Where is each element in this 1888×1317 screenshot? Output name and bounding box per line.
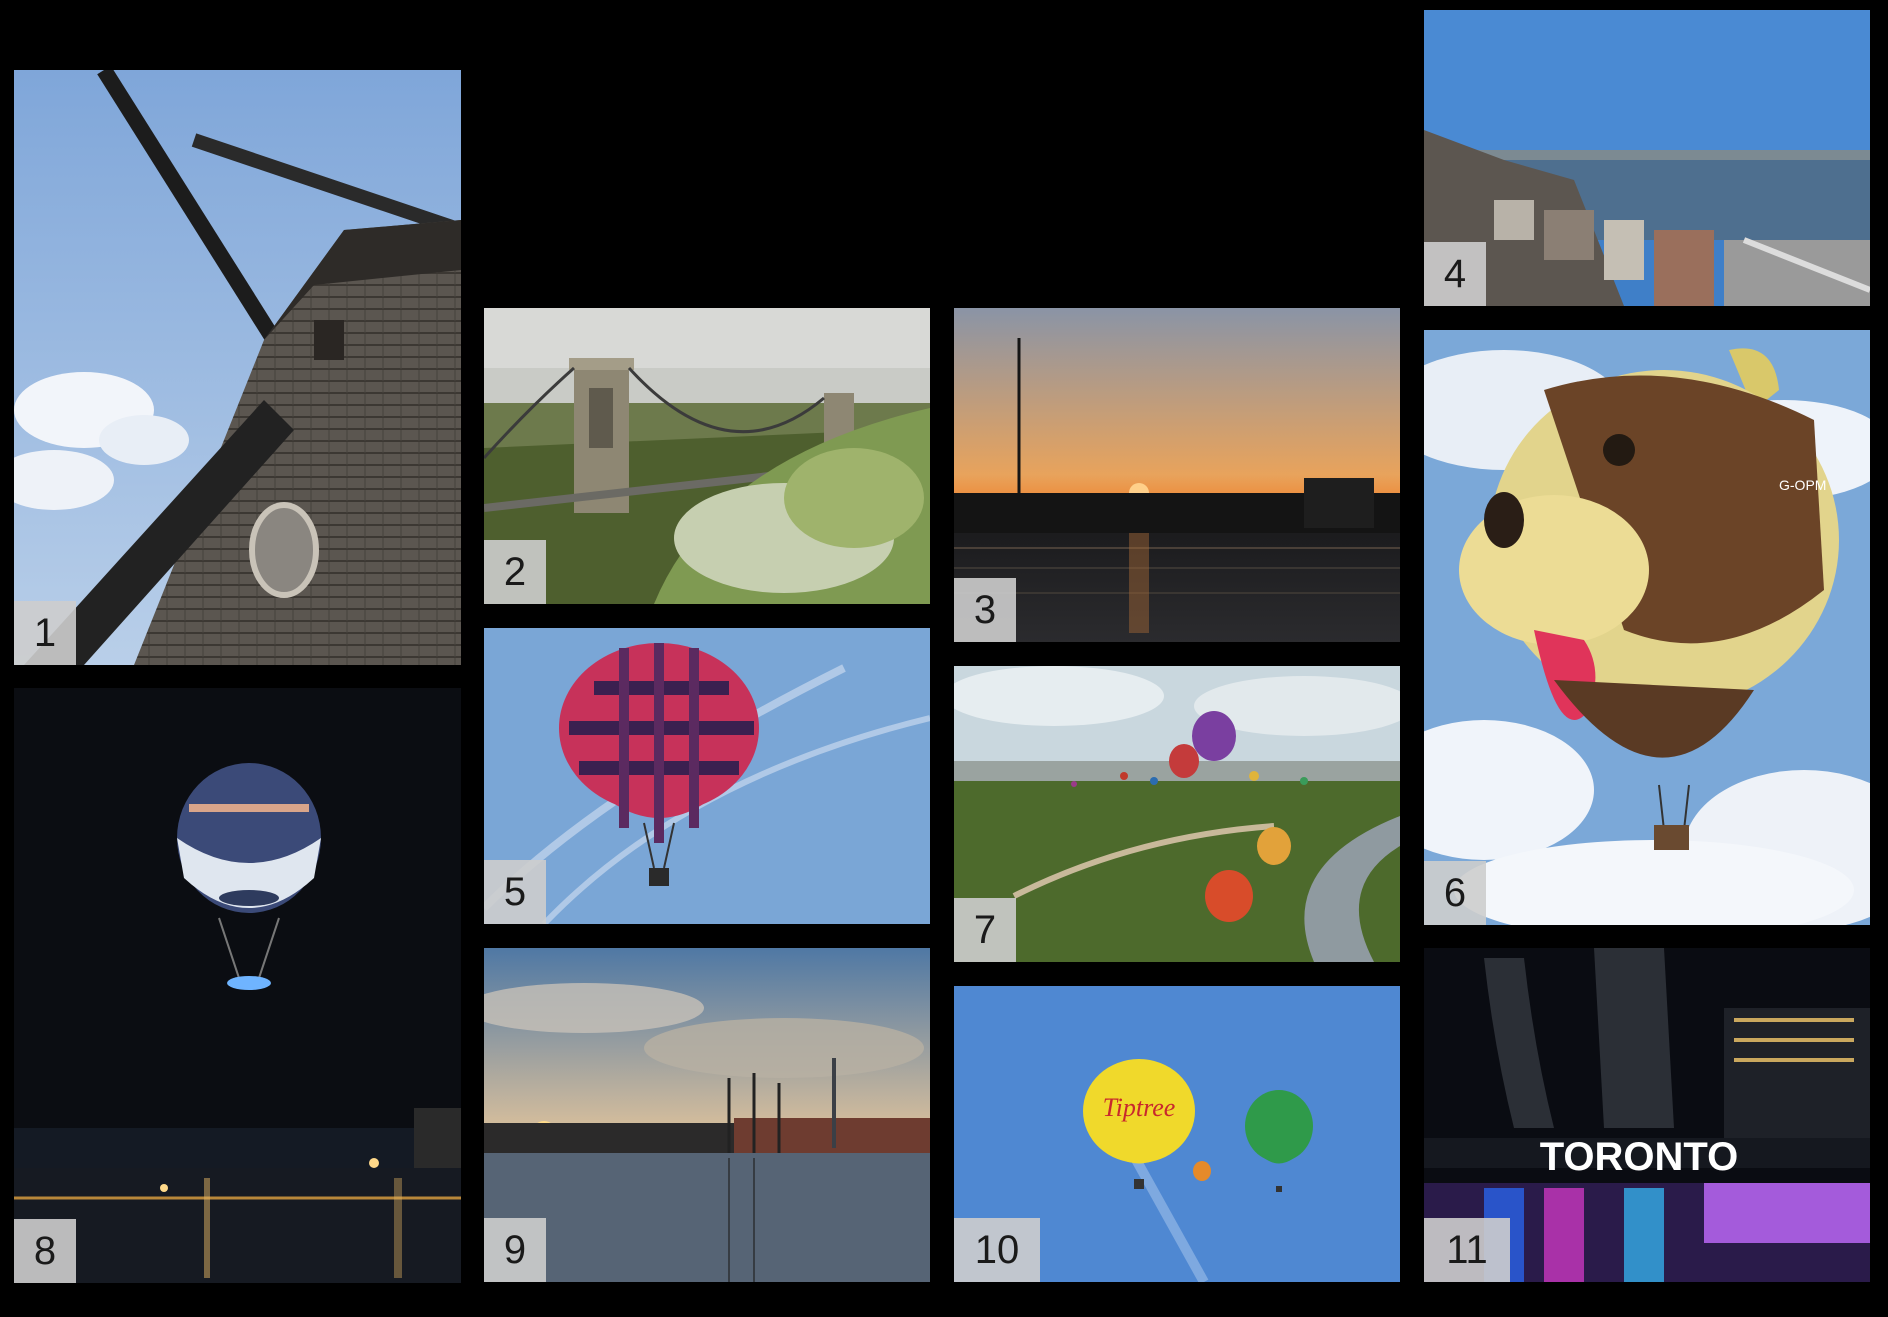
- photo-number-11: 11: [1424, 1218, 1510, 1282]
- pink-balloon-image: [484, 628, 930, 924]
- photo-dog-shaped-balloon[interactable]: G-OPM 6: [1424, 330, 1870, 925]
- toronto-sign-text: TORONTO: [1540, 1135, 1739, 1179]
- night-balloon-image: [14, 688, 461, 1283]
- photo-suspension-bridge[interactable]: 2: [484, 308, 930, 604]
- photo-number-2: 2: [484, 540, 546, 604]
- photo-number-7: 7: [954, 898, 1016, 962]
- photo-tiptree-balloons[interactable]: Tiptree 10: [954, 986, 1400, 1282]
- photo-windmill[interactable]: 1: [14, 70, 461, 665]
- windmill-image: [14, 70, 461, 665]
- photo-number-1: 1: [14, 601, 76, 665]
- balloon-registration-text: G-OPM: [1779, 477, 1826, 493]
- photo-number-9: 9: [484, 1218, 546, 1282]
- tall-ship-harbor-image: [484, 948, 930, 1282]
- photo-night-balloon[interactable]: 8: [14, 688, 461, 1283]
- coastal-city-image: [1424, 10, 1870, 306]
- photo-marina-sunset[interactable]: 3: [954, 308, 1400, 642]
- photo-number-8: 8: [14, 1219, 76, 1283]
- photo-number-3: 3: [954, 578, 1016, 642]
- photo-number-5: 5: [484, 860, 546, 924]
- photo-toronto-sign[interactable]: TORONTO 11: [1424, 948, 1870, 1282]
- photo-number-4: 4: [1424, 242, 1486, 306]
- tiptree-logo-text: Tiptree: [1103, 1093, 1176, 1122]
- photo-number-10: 10: [954, 1218, 1040, 1282]
- marina-image: [954, 308, 1400, 642]
- photo-pink-hot-air-balloon[interactable]: 5: [484, 628, 930, 924]
- bridge-image: [484, 308, 930, 604]
- photo-tall-ship-harbor[interactable]: 9: [484, 948, 930, 1282]
- photo-number-6: 6: [1424, 861, 1486, 925]
- dog-balloon-image: G-OPM: [1424, 330, 1870, 925]
- photo-coastal-city[interactable]: 4: [1424, 10, 1870, 306]
- balloon-fiesta-image: [954, 666, 1400, 962]
- photo-balloon-fiesta[interactable]: 7: [954, 666, 1400, 962]
